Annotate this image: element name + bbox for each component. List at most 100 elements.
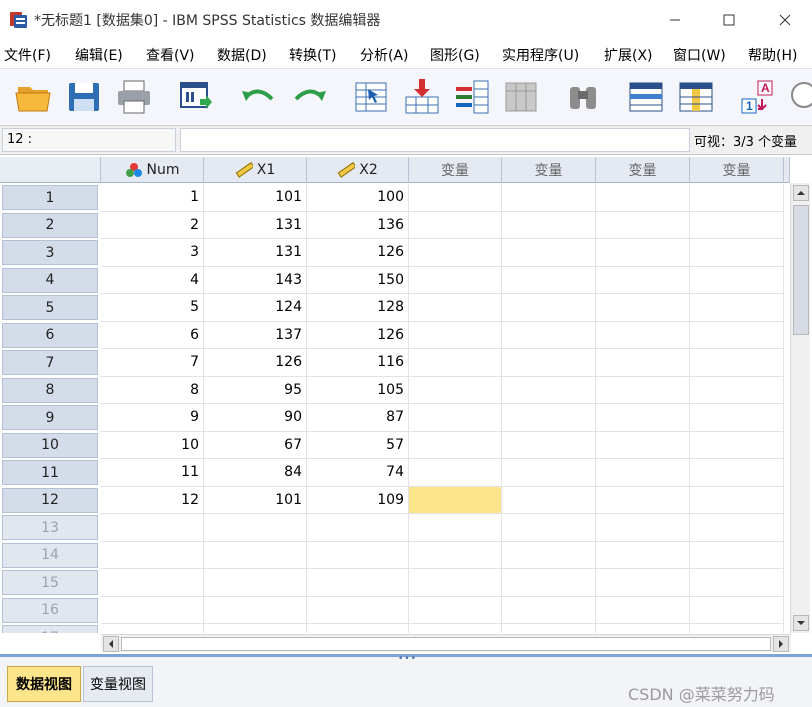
row-number[interactable]: 2 <box>2 212 98 238</box>
open-folder-icon[interactable] <box>14 77 54 117</box>
row-number[interactable]: 11 <box>2 460 98 485</box>
data-cell[interactable]: 116 <box>307 349 409 377</box>
data-cell[interactable] <box>690 541 784 569</box>
data-cell[interactable]: 9 <box>101 404 204 432</box>
horizontal-scroll-thumb[interactable] <box>121 637 771 651</box>
undo-icon[interactable] <box>238 77 278 117</box>
menu-extensions[interactable]: 扩展(X) <box>604 45 653 65</box>
data-cell[interactable] <box>690 404 784 432</box>
data-cell[interactable] <box>596 184 690 212</box>
data-cell[interactable] <box>101 596 204 624</box>
data-cell[interactable] <box>409 321 502 349</box>
row-number[interactable]: 6 <box>2 322 98 348</box>
data-cell[interactable]: 126 <box>204 349 307 377</box>
data-cell[interactable] <box>596 266 690 294</box>
data-cell[interactable] <box>307 624 409 633</box>
data-cell[interactable]: 109 <box>307 486 409 514</box>
data-cell[interactable]: 74 <box>307 459 409 487</box>
data-cell[interactable]: 6 <box>101 321 204 349</box>
data-cell[interactable] <box>307 596 409 624</box>
row-number[interactable]: 8 <box>2 377 98 403</box>
data-cell[interactable] <box>690 239 784 267</box>
menu-edit[interactable]: 编辑(E) <box>75 45 123 65</box>
menu-graphs[interactable]: 图形(G) <box>430 45 480 65</box>
row-number[interactable]: 14 <box>2 542 98 568</box>
column-header-empty[interactable]: 变量 <box>690 157 784 183</box>
data-cell[interactable] <box>502 486 596 514</box>
data-cell[interactable]: 87 <box>307 404 409 432</box>
column-header-num[interactable]: Num <box>101 157 204 183</box>
data-cell[interactable] <box>502 431 596 459</box>
data-cell[interactable]: 4 <box>101 266 204 294</box>
data-cell[interactable] <box>690 459 784 487</box>
data-cell[interactable]: 137 <box>204 321 307 349</box>
scroll-down-button[interactable] <box>793 615 809 631</box>
data-cell[interactable]: 8 <box>101 376 204 404</box>
row-number[interactable]: 1 <box>2 185 98 210</box>
data-cell[interactable]: 11 <box>101 459 204 487</box>
data-cell[interactable] <box>690 266 784 294</box>
row-number[interactable]: 16 <box>2 597 98 623</box>
data-cell[interactable] <box>409 266 502 294</box>
data-cell[interactable] <box>690 211 784 239</box>
row-number[interactable]: 7 <box>2 350 98 375</box>
data-cell[interactable] <box>502 266 596 294</box>
data-cell[interactable] <box>502 211 596 239</box>
data-cell[interactable] <box>409 459 502 487</box>
row-number[interactable]: 13 <box>2 515 98 540</box>
vertical-scroll-thumb[interactable] <box>793 205 809 335</box>
data-cell[interactable]: 3 <box>101 239 204 267</box>
data-cell[interactable]: 124 <box>204 294 307 322</box>
go-to-case-icon[interactable] <box>352 77 392 117</box>
data-cell[interactable] <box>502 321 596 349</box>
data-cell[interactable] <box>409 211 502 239</box>
data-cell[interactable] <box>204 514 307 542</box>
find-icon-disabled[interactable] <box>502 77 542 117</box>
data-cell[interactable]: 105 <box>307 376 409 404</box>
data-cell[interactable] <box>690 349 784 377</box>
data-cell[interactable] <box>307 569 409 597</box>
data-cell[interactable] <box>409 541 502 569</box>
data-cell[interactable] <box>690 294 784 322</box>
value-labels-icon[interactable]: A 1 <box>738 77 778 117</box>
data-cell[interactable]: 10 <box>101 431 204 459</box>
data-cell[interactable]: 101 <box>204 486 307 514</box>
data-cell[interactable] <box>204 596 307 624</box>
data-cell[interactable] <box>596 569 690 597</box>
data-cell[interactable] <box>690 321 784 349</box>
data-cell[interactable] <box>502 294 596 322</box>
data-cell[interactable]: 84 <box>204 459 307 487</box>
row-number[interactable]: 17 <box>2 625 98 633</box>
vertical-scrollbar[interactable] <box>790 183 810 633</box>
menu-utilities[interactable]: 实用程序(U) <box>502 45 579 65</box>
data-cell[interactable] <box>596 486 690 514</box>
data-cell[interactable] <box>596 624 690 633</box>
variables-icon[interactable] <box>452 77 492 117</box>
data-cell[interactable]: 143 <box>204 266 307 294</box>
data-cell[interactable] <box>101 514 204 542</box>
data-cell[interactable] <box>596 294 690 322</box>
data-cell[interactable]: 136 <box>307 211 409 239</box>
data-cell[interactable] <box>409 349 502 377</box>
data-cell[interactable]: 128 <box>307 294 409 322</box>
row-number[interactable]: 10 <box>2 432 98 458</box>
data-cell[interactable]: 101 <box>204 184 307 212</box>
find-binoculars-icon[interactable] <box>564 77 604 117</box>
dialog-recall-icon[interactable] <box>176 77 216 117</box>
row-number[interactable]: 9 <box>2 405 98 430</box>
menu-view[interactable]: 查看(V) <box>146 45 195 65</box>
scroll-up-button[interactable] <box>793 185 809 201</box>
data-cell[interactable] <box>502 239 596 267</box>
data-cell[interactable]: 131 <box>204 239 307 267</box>
data-cell[interactable] <box>101 541 204 569</box>
data-cell[interactable] <box>690 184 784 212</box>
data-cell[interactable] <box>596 459 690 487</box>
row-number[interactable]: 4 <box>2 267 98 293</box>
data-cell[interactable] <box>596 321 690 349</box>
column-header-x1[interactable]: X1 <box>204 157 307 183</box>
data-cell[interactable] <box>409 239 502 267</box>
data-cell[interactable]: 126 <box>307 239 409 267</box>
data-cell[interactable] <box>409 596 502 624</box>
data-cell[interactable] <box>101 624 204 633</box>
column-header-empty[interactable]: 变量 <box>596 157 690 183</box>
